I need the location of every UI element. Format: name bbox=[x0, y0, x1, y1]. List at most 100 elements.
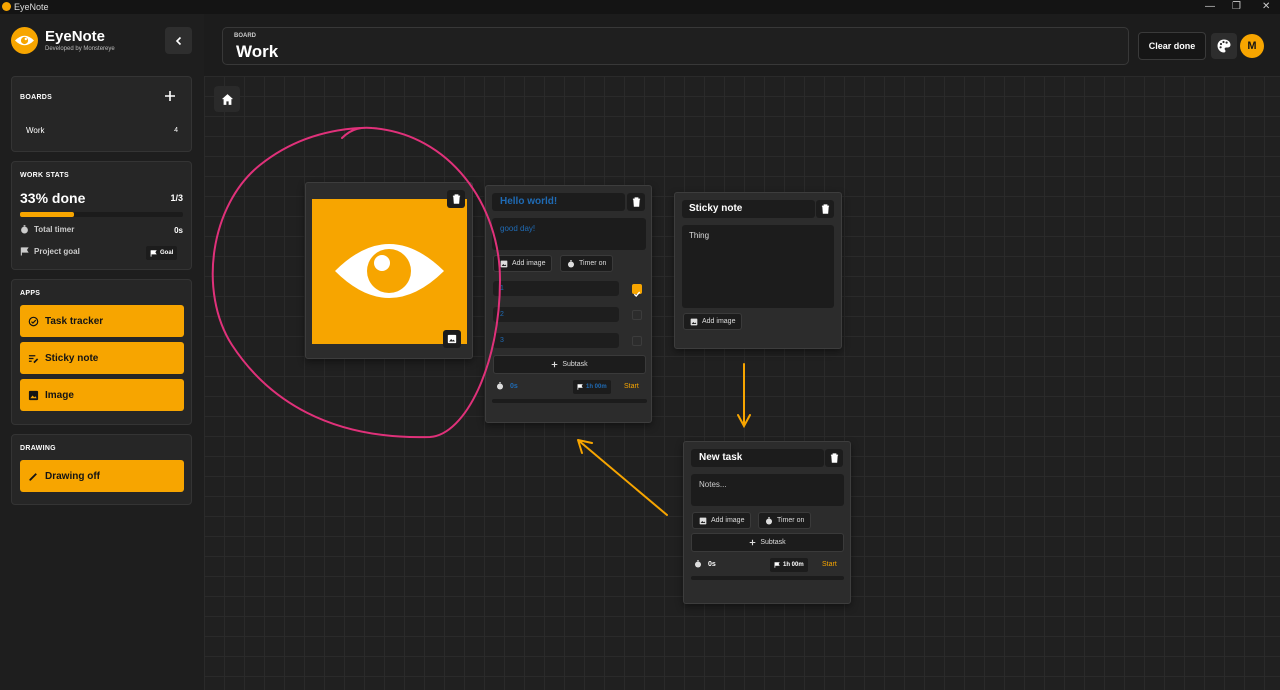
sticky-title-field[interactable]: Sticky note bbox=[682, 200, 815, 218]
image-icon bbox=[690, 318, 698, 325]
stopwatch-icon bbox=[21, 225, 28, 234]
task-goal-chip[interactable]: 1h 00m bbox=[770, 558, 808, 572]
pencil-icon bbox=[29, 472, 37, 481]
collapse-sidebar-button[interactable] bbox=[165, 27, 192, 54]
stopwatch-icon bbox=[567, 259, 575, 268]
add-image-label: Add image bbox=[512, 260, 546, 267]
delete-sticky-button[interactable] bbox=[816, 200, 834, 218]
home-button[interactable] bbox=[214, 86, 240, 112]
user-avatar[interactable]: M bbox=[1240, 34, 1264, 58]
subtask-field[interactable]: 1 bbox=[493, 281, 619, 296]
image-icon bbox=[447, 334, 457, 344]
task-tracker-button[interactable]: Task tracker bbox=[20, 305, 184, 337]
drawing-heading: DRAWING bbox=[20, 445, 56, 452]
add-subtask-button[interactable]: Subtask bbox=[493, 355, 646, 374]
task-elapsed: 0s bbox=[708, 561, 716, 568]
project-goal-button[interactable]: Goal bbox=[146, 246, 178, 260]
stats-progress-bar bbox=[20, 212, 183, 217]
board-item-count: 4 bbox=[174, 127, 178, 134]
stats-heading: WORK STATS bbox=[20, 172, 70, 179]
sticky-add-image-button[interactable]: Add image bbox=[683, 313, 743, 330]
image-card[interactable] bbox=[305, 182, 473, 359]
timer-toggle-label: Timer on bbox=[777, 517, 805, 524]
work-stats-panel: WORK STATS 33% done 1/3 Total timer 0s P… bbox=[11, 161, 192, 270]
drawing-toggle-button[interactable]: Drawing off bbox=[20, 460, 184, 492]
card-image bbox=[312, 199, 467, 344]
subtask-checkbox[interactable] bbox=[632, 284, 642, 298]
window-title: EyeNote bbox=[14, 2, 49, 12]
stopwatch-icon bbox=[694, 560, 702, 568]
note-edit-icon bbox=[28, 354, 39, 363]
plus-icon bbox=[165, 91, 175, 101]
subtask-field[interactable]: 2 bbox=[493, 307, 619, 322]
home-icon bbox=[221, 93, 233, 105]
task-notes-field[interactable]: good day! bbox=[492, 218, 646, 250]
task-add-image-button[interactable]: Add image bbox=[692, 512, 752, 529]
image-icon bbox=[699, 517, 707, 524]
task-notes-field[interactable]: Notes... bbox=[691, 474, 844, 506]
total-timer-value: 0s bbox=[174, 226, 183, 235]
trash-icon bbox=[452, 194, 460, 204]
image-icon bbox=[500, 260, 508, 267]
task-goal-text: 1h 00m bbox=[586, 384, 607, 390]
flag-icon bbox=[20, 247, 29, 256]
chevron-left-icon bbox=[175, 36, 181, 45]
delete-task-button[interactable] bbox=[825, 449, 843, 467]
replace-image-button[interactable] bbox=[443, 330, 461, 348]
subtask-field[interactable]: 3 bbox=[493, 333, 619, 348]
board-title: Work bbox=[236, 42, 279, 61]
goal-chip-label: Goal bbox=[160, 250, 174, 256]
stats-progress-fill bbox=[20, 212, 74, 217]
stopwatch-icon bbox=[765, 516, 773, 525]
drawing-toggle-label: Drawing off bbox=[45, 470, 100, 482]
task-timer-toggle[interactable]: Timer on bbox=[560, 255, 614, 272]
task-title-field[interactable]: Hello world! bbox=[492, 193, 625, 211]
board-header: BOARD Work bbox=[222, 27, 1129, 65]
add-subtask-label: Subtask bbox=[760, 539, 786, 546]
task-goal-chip[interactable]: 1h 00m bbox=[573, 380, 611, 394]
plus-icon bbox=[552, 361, 558, 368]
sticky-body-field[interactable]: Thing bbox=[682, 225, 834, 308]
boards-panel: BOARDS Work 4 bbox=[11, 76, 192, 152]
close-button[interactable]: ✕ bbox=[1262, 1, 1270, 12]
add-board-button[interactable] bbox=[164, 89, 176, 107]
delete-image-card-button[interactable] bbox=[447, 190, 465, 208]
task-card-hello[interactable]: Hello world! good day! Add image Timer o… bbox=[485, 185, 652, 423]
sticky-note-card[interactable]: Sticky note Thing Add image bbox=[674, 192, 842, 349]
timer-toggle-label: Timer on bbox=[579, 260, 607, 267]
trash-icon bbox=[632, 197, 640, 207]
eye-icon bbox=[335, 244, 444, 298]
total-timer-row: Total timer bbox=[20, 225, 74, 234]
palette-icon bbox=[1217, 39, 1231, 53]
total-timer-label: Total timer bbox=[34, 225, 75, 234]
board-item-label: Work bbox=[26, 126, 45, 135]
board-item-work[interactable]: Work 4 bbox=[26, 126, 178, 138]
maximize-button[interactable]: ❐ bbox=[1232, 1, 1241, 12]
theme-button[interactable] bbox=[1211, 33, 1237, 59]
task-title-field[interactable]: New task bbox=[691, 449, 824, 467]
task-card-new[interactable]: New task Notes... Add image Timer on Sub… bbox=[683, 441, 851, 604]
delete-task-button[interactable] bbox=[627, 193, 645, 211]
task-notes-text: good day! bbox=[500, 224, 536, 233]
check-icon bbox=[633, 291, 641, 298]
task-check-icon bbox=[28, 316, 39, 326]
board-caption: BOARD bbox=[234, 33, 256, 39]
flag-icon bbox=[774, 562, 780, 568]
subtask-checkbox[interactable] bbox=[632, 310, 642, 320]
brand-subtitle: Developed by Monstereye bbox=[45, 46, 115, 52]
image-button[interactable]: Image bbox=[20, 379, 184, 411]
project-goal-row: Project goal bbox=[20, 247, 80, 256]
subtask-checkbox[interactable] bbox=[632, 336, 642, 346]
task-start-button[interactable]: Start bbox=[822, 561, 837, 568]
task-title-text: New task bbox=[699, 452, 743, 463]
task-progress-bar bbox=[492, 399, 647, 403]
clear-done-button[interactable]: Clear done bbox=[1138, 32, 1206, 60]
task-add-image-button[interactable]: Add image bbox=[493, 255, 553, 272]
minimize-button[interactable]: — bbox=[1205, 1, 1215, 12]
task-timer-toggle[interactable]: Timer on bbox=[758, 512, 812, 529]
task-start-button[interactable]: Start bbox=[624, 383, 639, 390]
sticky-note-label: Sticky note bbox=[45, 352, 99, 364]
add-subtask-button[interactable]: Subtask bbox=[691, 533, 844, 552]
sticky-note-button[interactable]: Sticky note bbox=[20, 342, 184, 374]
sticky-title-text: Sticky note bbox=[689, 203, 743, 214]
